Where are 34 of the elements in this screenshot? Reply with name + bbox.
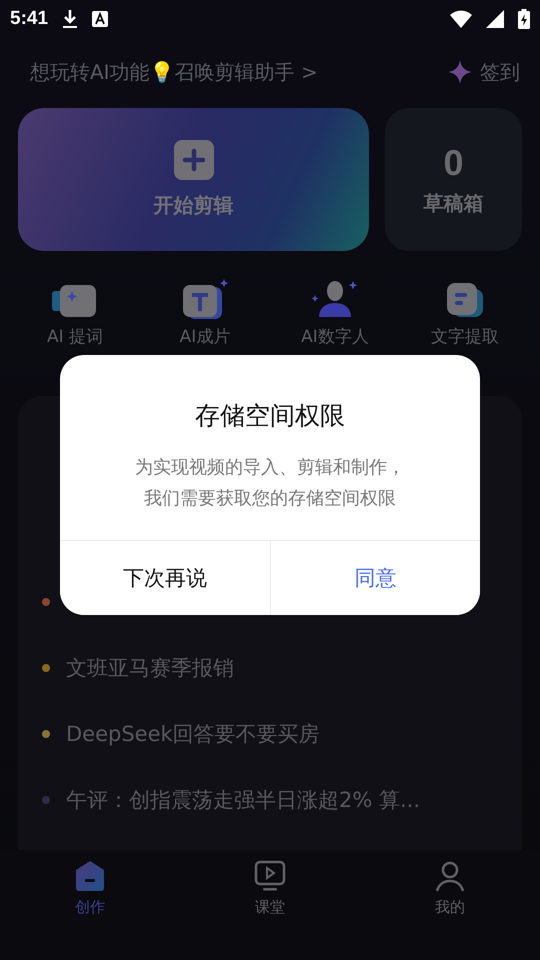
plus-icon [174,140,214,180]
agree-button[interactable]: 同意 [270,541,480,615]
status-time: 5:41 [10,8,48,30]
drafts-card[interactable]: 0 草稿箱 [385,108,522,251]
person-icon [434,860,466,892]
nav-tab[interactable]: 课堂 [180,850,360,960]
checkin-button[interactable]: 签到 [448,58,520,86]
home-icon [74,860,106,892]
start-editing-card[interactable]: 开始剪辑 [18,108,369,251]
hot-topic-item[interactable]: DeepSeek回答要不要买房 [66,720,320,748]
camera-sparkle-icon [52,283,98,319]
hot-topic-item[interactable]: 午评：创指震荡走强半日涨超2% 算... [66,786,420,814]
video-screen-icon [254,860,286,892]
dialog-message-line: 我们需要获取您的存储空间权限 [143,487,397,511]
dialog-title: 存储空间权限 [194,400,346,432]
signal-icon [486,10,504,28]
feature-button[interactable]: AI成片 [140,277,270,348]
feature-button[interactable]: 文字提取 [400,277,530,348]
text-card-icon [180,279,230,319]
font-icon [92,11,108,27]
draft-count: 0 [443,142,464,184]
nav-tab[interactable]: 创作 [0,850,180,960]
person-sparkle-icon [310,279,360,319]
hot-topic-item[interactable]: 文班亚马赛季报销 [66,654,234,682]
drafts-label: 草稿箱 [424,190,484,217]
nav-tab[interactable]: 我的 [360,850,540,960]
sparkle-icon [448,60,472,84]
feature-button[interactable]: AI 提词 [10,277,140,348]
feature-button[interactable]: AI数字人 [270,277,400,348]
battery-icon [518,9,530,29]
wifi-icon [450,10,472,28]
assistant-promo-link[interactable]: 想玩转AI功能💡召唤剪辑助手 > [30,58,318,86]
download-icon [62,9,78,29]
dialog-message-line: 为实现视频的导入、剪辑和制作， [134,456,406,480]
